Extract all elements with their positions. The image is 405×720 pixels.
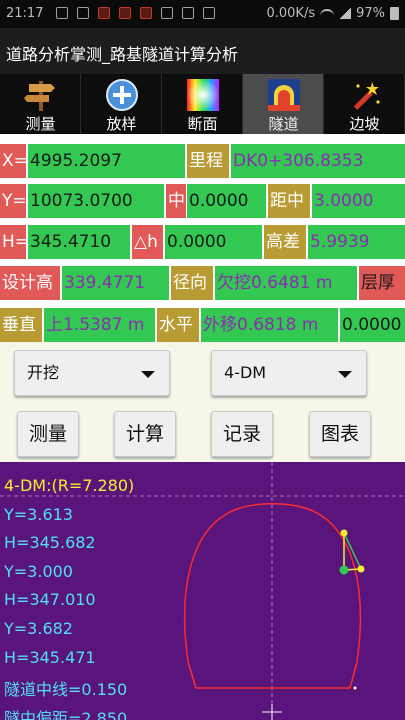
height-diff-value: 5.9939 (308, 225, 405, 259)
mileage-label: 里程 (187, 144, 229, 178)
readout-line: Y=3.000 (4, 561, 73, 581)
battery-icon (390, 7, 399, 20)
tab-label: 边坡 (349, 115, 380, 133)
vertical-value: 上1.5387 m (44, 308, 155, 342)
delta-h-value: 0.0000 (165, 225, 262, 259)
tab-bar: 测量 放样 断面 隧道 边坡 (0, 74, 405, 134)
tab-slope[interactable]: 边坡 (324, 74, 405, 134)
readout-line: H=347.010 (4, 590, 96, 610)
measure-button[interactable]: 测量 (17, 411, 79, 457)
readout-line: 隧道中线=0.150 (4, 680, 128, 700)
notification-icon (119, 7, 131, 19)
layer-thickness-label: 层厚 (359, 266, 405, 300)
design-elev-value: 339.4771 (62, 266, 169, 300)
notification-icons (56, 7, 215, 19)
base-point (353, 686, 357, 690)
readout-line: 隧中偏距=2.850 (4, 708, 128, 720)
tab-label: 测量 (25, 115, 56, 133)
color-gradient-icon (187, 79, 219, 111)
mileage-value: DK0+306.8353 (231, 144, 405, 178)
tab-stakeout[interactable]: 放样 (81, 74, 162, 134)
tab-label: 隧道 (268, 115, 299, 133)
h-value: 345.4710 (28, 225, 130, 259)
radial-label: 径向 (171, 266, 213, 300)
app-icon (161, 7, 173, 19)
battery-percent: 97% (356, 6, 385, 21)
readout-line: Y=3.682 (4, 618, 73, 638)
status-right: 0.00K/s 97% (266, 6, 399, 21)
section-dropdown-value: 4-DM (224, 363, 267, 382)
radial-value: 欠挖0.6481 m (215, 266, 357, 300)
readout-line: H=345.471 (4, 647, 96, 667)
center-value: 0.0000 (187, 184, 266, 218)
offset-label: 距中 (268, 184, 310, 218)
radial-offset-line (343, 532, 362, 570)
center-label: 中 (166, 184, 186, 218)
plus-circle-icon (106, 79, 138, 111)
readout-line: Y=3.613 (4, 504, 73, 524)
app-icon (77, 7, 89, 19)
projection-point (357, 565, 365, 573)
tab-label: 放样 (106, 115, 137, 133)
design-point (340, 529, 348, 537)
tab-measure[interactable]: 测量 (0, 74, 81, 134)
x-value: 4995.2097 (28, 144, 185, 178)
height-diff-label: 高差 (264, 225, 306, 259)
notification-icon (140, 7, 152, 19)
cloud-icon (56, 7, 68, 19)
delta-h-label: △h (132, 225, 163, 259)
chevron-down-icon (338, 371, 352, 378)
horizontal-label: 水平 (157, 308, 199, 342)
measured-point (339, 565, 349, 575)
chart-button[interactable]: 图表 (309, 411, 371, 457)
notification-icon (98, 7, 110, 19)
x-label: X= (0, 144, 26, 178)
tunnel-icon (268, 79, 300, 111)
readout-header: 4-DM:(R=7.280) (4, 476, 135, 495)
y-value: 10073.0700 (28, 184, 164, 218)
readout-line: H=345.682 (4, 533, 96, 553)
y-label: Y= (0, 184, 26, 218)
app-title-bar: 道路分析掌测_路基隧道计算分析 (0, 28, 405, 74)
tab-tunnel[interactable]: 隧道 (243, 74, 324, 134)
chevron-down-icon (141, 371, 155, 378)
tab-section[interactable]: 断面 (162, 74, 243, 134)
mode-dropdown-value: 开挖 (27, 363, 60, 382)
mode-dropdown[interactable]: 开挖 (14, 350, 170, 396)
net-speed: 0.00K/s (266, 6, 316, 21)
compute-button[interactable]: 计算 (114, 411, 176, 457)
section-dropdown[interactable]: 4-DM (211, 350, 367, 396)
status-time: 21:17 (6, 6, 44, 21)
offset-value: 3.0000 (312, 184, 405, 218)
readout-list: 4-DM:(R=7.280) Y=3.613 H=345.682 Y=3.000… (4, 476, 134, 720)
layer-thickness-value: 0.0000 (340, 308, 405, 342)
record-button[interactable]: 记录 (211, 411, 273, 457)
wifi-icon (320, 8, 335, 19)
signal-icon (339, 8, 352, 19)
app-icon (182, 7, 194, 19)
tab-label: 断面 (187, 115, 218, 133)
horizontal-value: 外移0.6818 m (201, 308, 338, 342)
status-bar: 21:17 0.00K/s 97% (0, 0, 405, 28)
h-label: H= (0, 225, 26, 259)
app-icon (203, 7, 215, 19)
app-title: 道路分析掌测_路基隧道计算分析 (6, 45, 239, 64)
signpost-icon (24, 81, 55, 111)
magic-wand-icon (353, 82, 380, 110)
vertical-label: 垂直 (0, 308, 42, 342)
tunnel-profile-canvas[interactable]: 4-DM:(R=7.280) Y=3.613 H=345.682 Y=3.000… (0, 462, 405, 720)
design-elev-label: 设计高 (0, 266, 60, 300)
